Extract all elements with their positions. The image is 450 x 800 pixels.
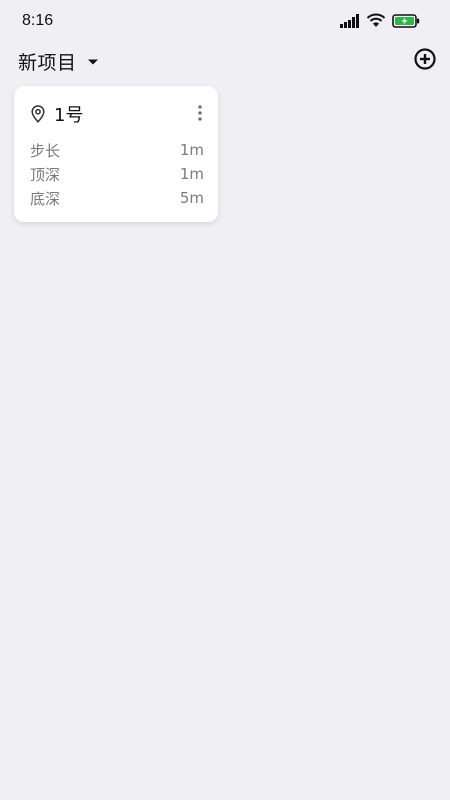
cellular-signal-icon <box>340 13 360 28</box>
card-details: 步长 1m 顶深 1m 底深 5m <box>30 138 204 210</box>
detail-row-step: 步长 1m <box>30 138 204 162</box>
battery-charging-icon <box>392 13 420 28</box>
caret-down-icon <box>87 58 99 66</box>
point-card[interactable]: 1号 步长 1m 顶深 1m 底深 5m <box>14 86 218 222</box>
card-header: 1号 <box>30 102 206 126</box>
detail-row-top-depth: 顶深 1m <box>30 162 204 186</box>
status-bar: 8:16 <box>0 0 450 42</box>
project-title: 新项目 <box>18 52 77 74</box>
add-project-button[interactable] <box>412 48 438 74</box>
detail-label: 顶深 <box>30 165 61 184</box>
detail-label: 底深 <box>30 189 61 208</box>
add-circle-icon <box>413 47 437 75</box>
project-selector[interactable]: 新项目 <box>18 48 99 75</box>
status-time: 8:16 <box>22 12 54 29</box>
detail-value: 1m <box>179 141 204 159</box>
detail-row-bottom-depth: 底深 5m <box>30 186 204 210</box>
detail-value: 5m <box>179 189 204 207</box>
location-pin-icon <box>30 105 46 123</box>
wifi-icon <box>366 13 386 28</box>
detail-label: 步长 <box>30 141 61 160</box>
detail-value: 1m <box>179 165 204 183</box>
status-icons <box>340 13 420 28</box>
card-title: 1号 <box>54 105 84 126</box>
more-vertical-icon[interactable] <box>192 102 208 124</box>
app-header: 新项目 <box>0 44 450 80</box>
